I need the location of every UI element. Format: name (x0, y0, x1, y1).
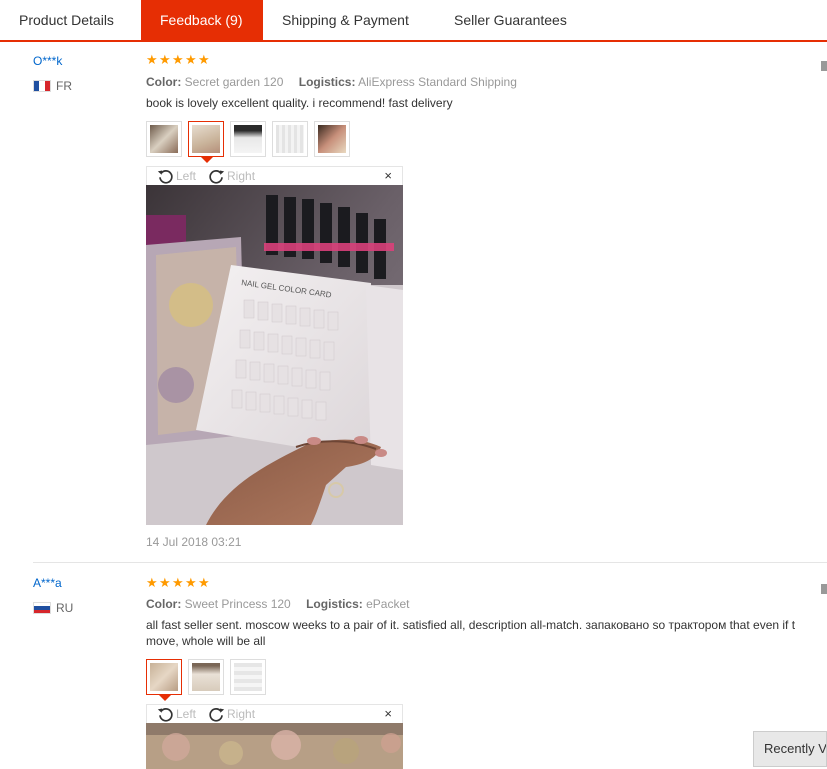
review-thumbnail[interactable] (230, 659, 266, 695)
star-icon: ★ (146, 52, 158, 67)
flag-fr-icon (33, 80, 51, 92)
image-viewer-toolbar: Left Right × (146, 166, 403, 185)
review-thumbnail[interactable] (188, 659, 224, 695)
color-label: Color: (146, 75, 182, 89)
star-icon: ★ (172, 575, 184, 590)
rotate-left-label: Left (176, 707, 197, 721)
order-info: Color: Sweet Princess 120 Logistics: ePa… (146, 597, 409, 611)
star-icon: ★ (198, 575, 210, 590)
rotate-right-icon (209, 169, 225, 184)
review-thumbnail[interactable] (230, 121, 266, 157)
close-icon[interactable]: × (384, 169, 392, 183)
reviewer-name[interactable]: A***a (33, 576, 62, 590)
rotate-left-icon (157, 707, 173, 722)
tab-seller-guarantees[interactable]: Seller Guarantees (438, 0, 567, 40)
color-label: Color: (146, 597, 182, 611)
product-tabs: Product Details Feedback (9) Shipping & … (0, 0, 827, 42)
recently-viewed-button[interactable]: Recently Vi (753, 731, 827, 767)
rotate-left-icon (157, 169, 173, 184)
rating-stars: ★ ★ ★ ★ ★ (146, 52, 211, 67)
star-icon: ★ (146, 575, 158, 590)
color-value: Sweet Princess 120 (184, 597, 291, 611)
rotate-right-icon (209, 707, 225, 722)
review-thumbnail[interactable] (146, 121, 182, 157)
flag-ru-icon (33, 602, 51, 614)
country-code: FR (56, 79, 72, 93)
star-icon: ★ (159, 575, 171, 590)
nail-color-card-photo: NAIL GEL COLOR CARD (146, 185, 403, 525)
rotate-left-label: Left (176, 169, 197, 183)
image-viewer: Left Right × (146, 704, 403, 769)
rotate-left-button[interactable]: Left (157, 168, 196, 185)
tab-feedback[interactable]: Feedback (9) (141, 0, 263, 40)
color-value: Secret garden 120 (184, 75, 284, 89)
rotate-left-button[interactable]: Left (157, 706, 196, 723)
star-icon: ★ (159, 52, 171, 67)
review-thumbnail-selected[interactable] (188, 121, 224, 163)
rotate-right-label: Right (227, 169, 256, 183)
tab-shipping-payment[interactable]: Shipping & Payment (263, 0, 438, 40)
review-photo-large (146, 723, 403, 769)
review-thumbnails (146, 659, 272, 701)
reviewer-name[interactable]: O***k (33, 54, 62, 68)
floral-book-photo (146, 723, 403, 769)
star-icon: ★ (185, 575, 197, 590)
star-icon: ★ (172, 52, 184, 67)
reviewer-country: FR (33, 79, 72, 93)
image-viewer-toolbar: Left Right × (146, 704, 403, 723)
review-thumbnails (146, 121, 356, 163)
rotate-right-button[interactable]: Right (208, 706, 255, 723)
star-icon: ★ (185, 52, 197, 67)
tab-product-details[interactable]: Product Details (0, 0, 141, 40)
rotate-right-button[interactable]: Right (208, 168, 255, 185)
review-text: book is lovely excellent quality. i reco… (146, 96, 453, 110)
report-marker[interactable] (821, 61, 827, 71)
logistics-value: ePacket (366, 597, 410, 611)
report-marker[interactable] (821, 584, 827, 594)
star-icon: ★ (198, 52, 210, 67)
review-thumbnail-selected[interactable] (146, 659, 182, 701)
country-code: RU (56, 601, 74, 615)
review-photo-large: NAIL GEL COLOR CARD (146, 185, 403, 525)
rotate-right-label: Right (227, 707, 256, 721)
image-viewer: Left Right × (146, 166, 403, 525)
logistics-value: AliExpress Standard Shipping (358, 75, 517, 89)
logistics-label: Logistics: (306, 597, 363, 611)
review-date: 14 Jul 2018 03:21 (146, 535, 242, 549)
review-thumbnail[interactable] (314, 121, 350, 157)
rating-stars: ★ ★ ★ ★ ★ (146, 575, 211, 590)
logistics-label: Logistics: (298, 75, 356, 89)
close-icon[interactable]: × (384, 707, 392, 721)
order-info: Color: Secret garden 120 Logistics: AliE… (146, 75, 517, 89)
review-divider (33, 562, 827, 563)
review-text-line-2: move, whole will be all (146, 634, 266, 648)
reviewer-country: RU (33, 601, 73, 615)
review-thumbnail[interactable] (272, 121, 308, 157)
